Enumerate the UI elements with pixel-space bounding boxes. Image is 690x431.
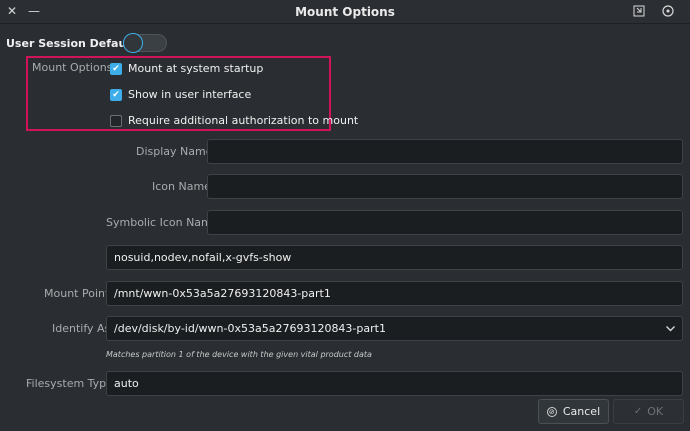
title-bar: ✕ — Mount Options: [0, 0, 690, 24]
checkbox-label: Require additional authorization to moun…: [128, 114, 359, 127]
filesystem-type-input[interactable]: auto: [106, 371, 683, 396]
checkmark-icon: ✓: [633, 406, 643, 417]
checkbox-label: Mount at system startup: [128, 62, 264, 75]
identify-as-select[interactable]: /dev/disk/by-id/wwn-0x53a5a27693120843-p…: [106, 316, 683, 341]
checkbox-checked-icon: ✔: [110, 62, 122, 75]
display-name-input[interactable]: [207, 139, 683, 164]
cancel-label: Cancel: [562, 405, 601, 418]
cancel-button[interactable]: ⊘ Cancel: [538, 399, 609, 424]
ok-button[interactable]: ✓ OK: [613, 399, 684, 424]
symbolic-icon-name-label: Symbolic Icon Name: [106, 216, 219, 229]
mount-point-input[interactable]: /mnt/wwn-0x53a5a27693120843-part1: [106, 281, 683, 306]
filesystem-type-label: Filesystem Type: [26, 377, 113, 390]
checkbox-unchecked-icon: [110, 114, 122, 127]
require-authorization-checkbox[interactable]: Require additional authorization to moun…: [110, 114, 358, 127]
identify-as-label: Identify As: [52, 322, 111, 335]
checkbox-label: Show in user interface: [128, 88, 252, 101]
user-session-defaults-switch[interactable]: [123, 33, 167, 53]
icon-name-label: Icon Name: [152, 180, 211, 193]
mount-options-label: Mount Options: [32, 61, 113, 74]
help-icon[interactable]: [660, 3, 676, 19]
window-title: Mount Options: [295, 4, 395, 19]
identify-as-value: /dev/disk/by-id/wwn-0x53a5a27693120843-p…: [114, 322, 386, 335]
mount-point-label: Mount Point: [44, 287, 110, 300]
pin-icon[interactable]: [631, 3, 647, 19]
mount-options-input[interactable]: nosuid,nodev,nofail,x-gvfs-show: [106, 245, 683, 270]
switch-knob: [123, 33, 143, 53]
minimize-icon[interactable]: —: [26, 3, 42, 19]
display-name-label: Display Name: [136, 145, 213, 158]
mount-at-startup-checkbox[interactable]: ✔ Mount at system startup: [110, 62, 263, 75]
user-session-defaults-label: User Session Defaults: [6, 37, 142, 50]
chevron-down-icon: [665, 323, 676, 337]
icon-name-input[interactable]: [207, 174, 683, 199]
checkbox-checked-icon: ✔: [110, 88, 122, 101]
ok-label: OK: [647, 405, 664, 418]
symbolic-icon-name-input[interactable]: [207, 210, 683, 235]
close-icon[interactable]: ✕: [4, 3, 20, 19]
show-in-ui-checkbox[interactable]: ✔ Show in user interface: [110, 88, 251, 101]
identify-as-hint: Matches partition 1 of the device with t…: [106, 350, 372, 359]
cancel-icon: ⊘: [546, 406, 557, 417]
